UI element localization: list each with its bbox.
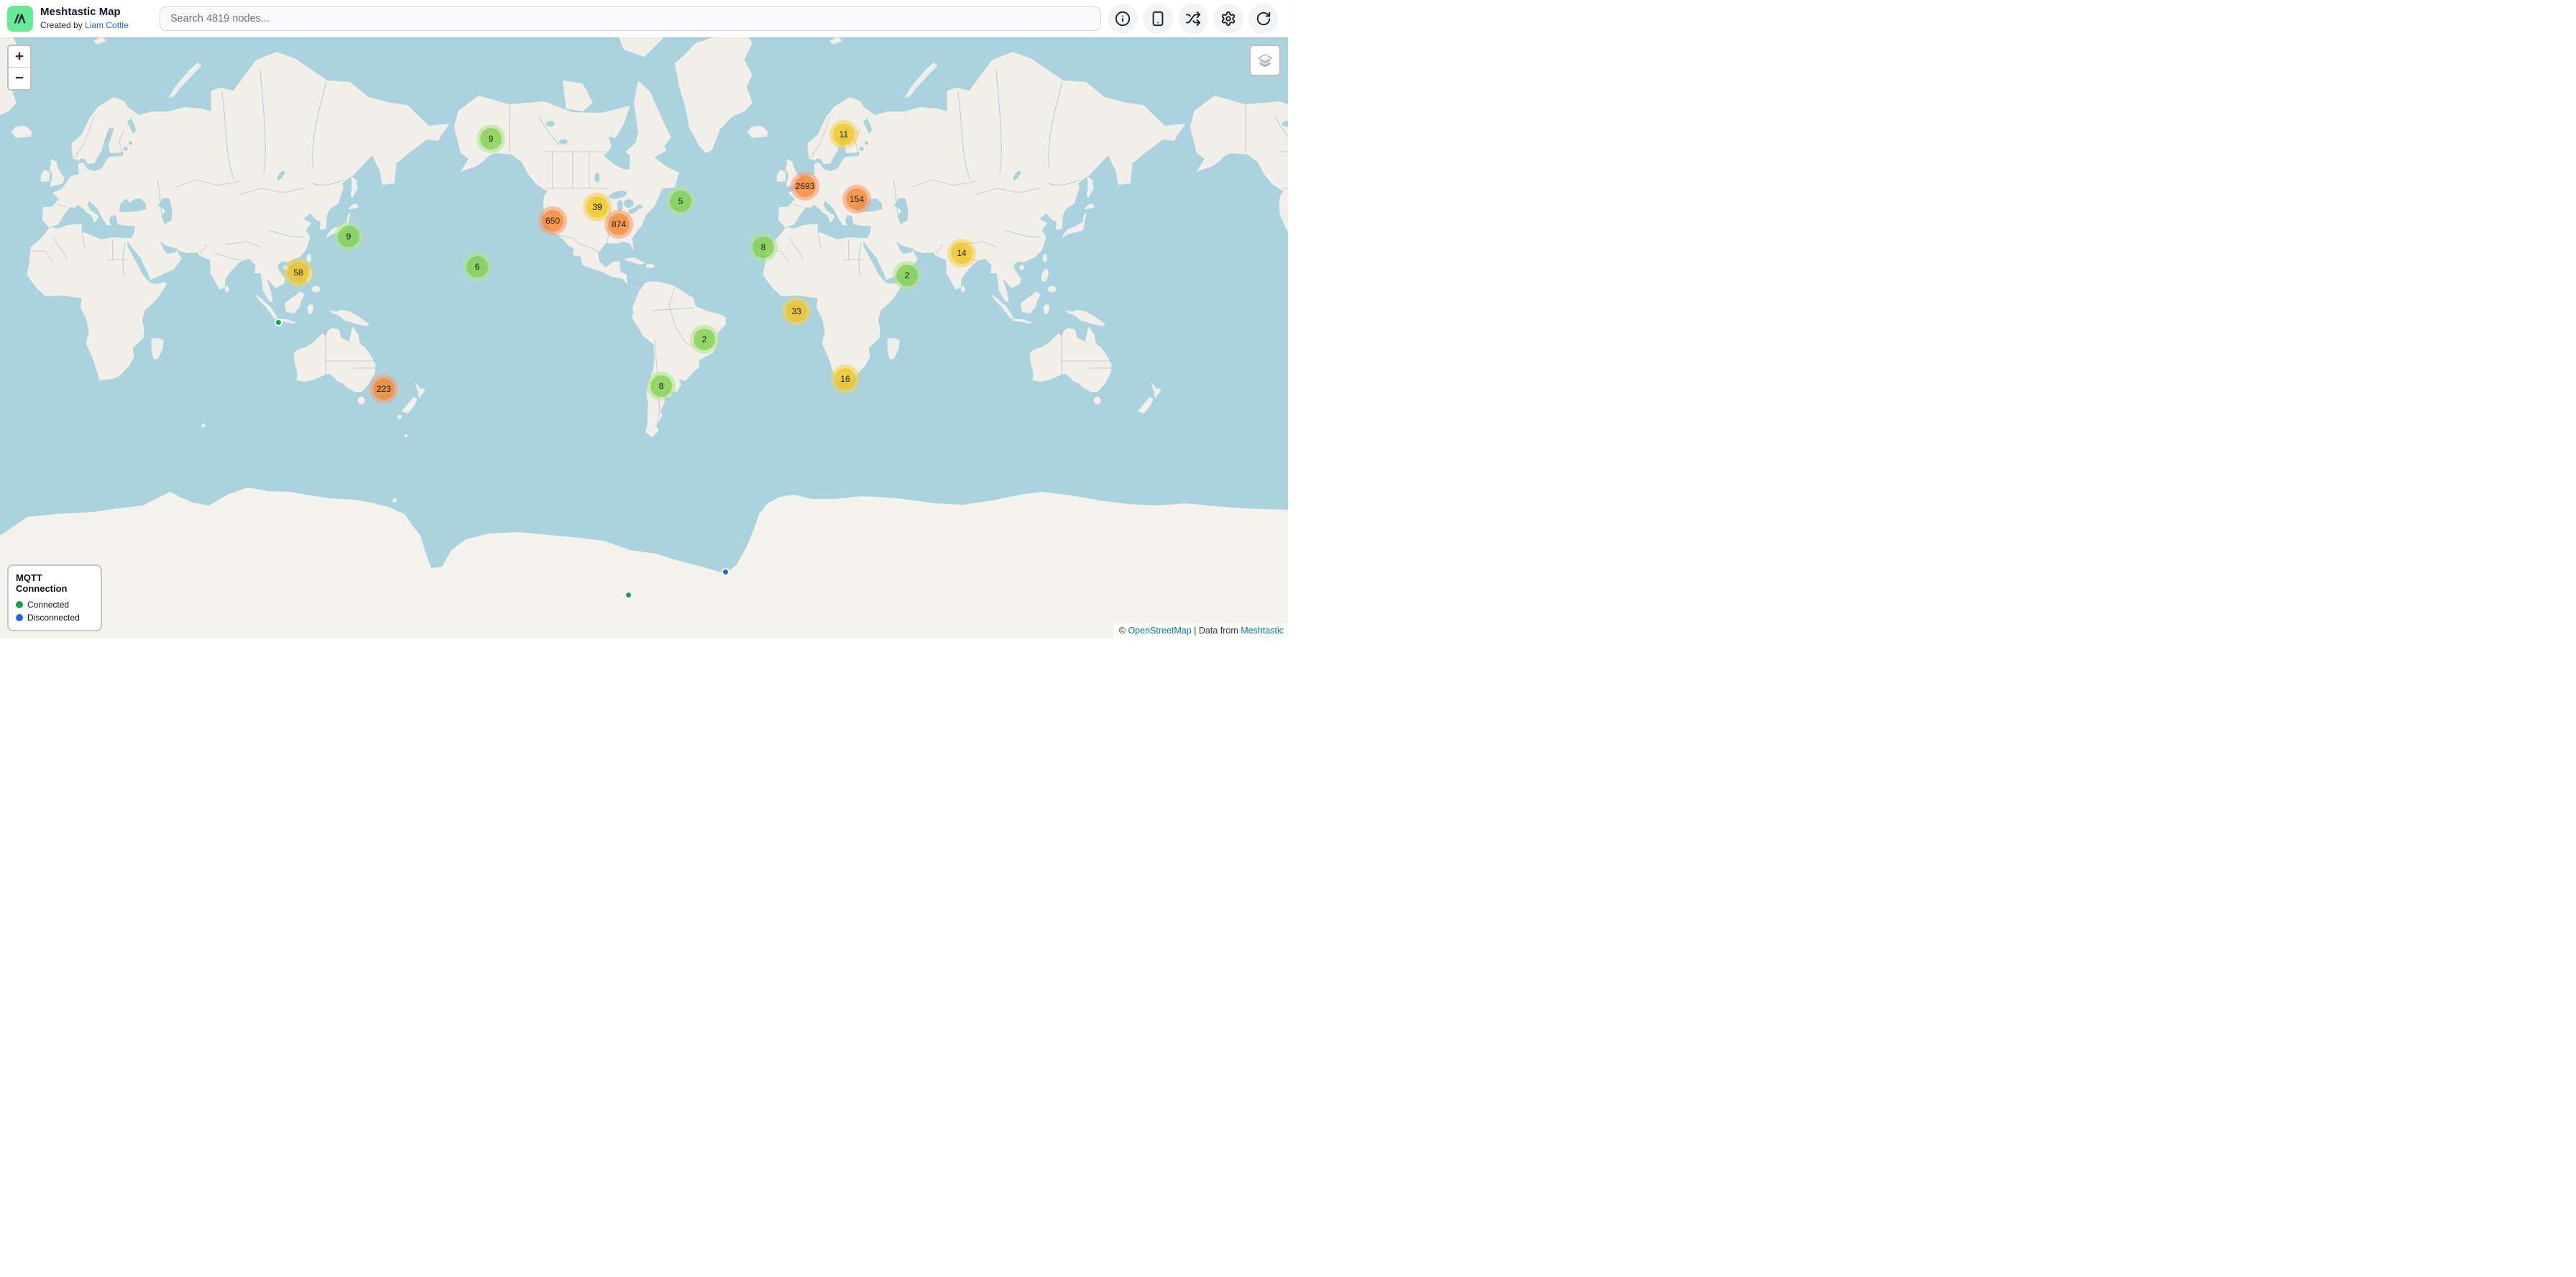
creator-link[interactable]: Liam Cottle bbox=[85, 20, 129, 30]
creator-line: Created by Liam Cottle bbox=[40, 19, 129, 32]
zoom-in-button[interactable]: + bbox=[9, 46, 30, 68]
cluster-count: 33 bbox=[786, 301, 807, 322]
page-title: Meshtastic Map bbox=[40, 5, 129, 19]
disconnected-dot-icon bbox=[16, 614, 23, 621]
copyright-text: © bbox=[1119, 626, 1128, 636]
cluster-marker[interactable]: 33 bbox=[782, 297, 811, 326]
map-canvas[interactable]: 9 11 2693 154 39 5 650 874 9 8 14 58 6 2 33 2 16 223 8 + −… bbox=[0, 37, 1288, 638]
search-input[interactable] bbox=[160, 6, 1101, 31]
cluster-count: 14 bbox=[951, 242, 972, 264]
created-by-text: Created by bbox=[40, 20, 85, 30]
legend-item-disconnected: Disconnected bbox=[16, 613, 93, 623]
cluster-count: 9 bbox=[480, 128, 502, 150]
cluster-marker[interactable]: 58 bbox=[284, 258, 313, 287]
cluster-marker[interactable]: 9 bbox=[334, 222, 363, 251]
cluster-count: 11 bbox=[833, 124, 855, 145]
connected-dot-icon bbox=[16, 601, 23, 608]
node-marker-disconnected[interactable] bbox=[722, 568, 730, 576]
smartphone-icon bbox=[1150, 11, 1166, 27]
gear-icon bbox=[1220, 11, 1236, 27]
cluster-marker[interactable]: 16 bbox=[831, 365, 860, 393]
cluster-count: 2693 bbox=[794, 175, 816, 197]
layers-button[interactable] bbox=[1249, 45, 1281, 76]
cluster-marker[interactable]: 223 bbox=[369, 375, 398, 403]
cluster-marker[interactable]: 154 bbox=[842, 185, 871, 214]
cluster-marker[interactable]: 2 bbox=[690, 325, 719, 354]
cluster-count: 6 bbox=[466, 256, 488, 278]
cluster-marker[interactable]: 2693 bbox=[791, 172, 819, 201]
openstreetmap-link[interactable]: OpenStreetMap bbox=[1128, 626, 1191, 636]
cluster-count: 8 bbox=[753, 237, 774, 258]
cluster-marker[interactable]: 9 bbox=[477, 124, 505, 153]
cluster-count: 154 bbox=[846, 188, 868, 210]
refresh-icon bbox=[1256, 11, 1271, 27]
cluster-count: 650 bbox=[542, 210, 564, 232]
cluster-marker[interactable]: 5 bbox=[666, 187, 695, 216]
cluster-count: 2 bbox=[694, 329, 715, 350]
shuffle-icon bbox=[1185, 11, 1201, 27]
meshtastic-logo-icon bbox=[7, 6, 33, 32]
legend-item-label: Connected bbox=[27, 600, 69, 610]
cluster-count: 16 bbox=[834, 368, 856, 390]
cluster-marker[interactable]: 2 bbox=[893, 261, 921, 290]
cluster-count: 58 bbox=[288, 262, 309, 283]
marker-layer: 9 11 2693 154 39 5 650 874 9 8 14 58 6 2 33 2 16 223 8 bbox=[0, 37, 1288, 638]
cluster-count: 223 bbox=[373, 378, 395, 400]
mqtt-legend: MQTT Connection Connected Disconnected bbox=[7, 564, 102, 631]
refresh-button[interactable] bbox=[1248, 4, 1279, 34]
zoom-out-button[interactable]: − bbox=[9, 68, 30, 89]
legend-item-label: Disconnected bbox=[27, 613, 80, 623]
header-bar: Meshtastic Map Created by Liam Cottle bbox=[0, 0, 1288, 37]
mobile-app-button[interactable] bbox=[1143, 4, 1173, 34]
info-icon bbox=[1115, 11, 1131, 27]
meshtastic-link[interactable]: Meshtastic bbox=[1241, 626, 1284, 636]
cluster-marker[interactable]: 8 bbox=[647, 372, 676, 401]
cluster-marker[interactable]: 11 bbox=[829, 120, 858, 149]
node-marker-connected[interactable] bbox=[275, 319, 282, 326]
cluster-marker[interactable]: 650 bbox=[538, 206, 567, 235]
cluster-count: 9 bbox=[338, 226, 359, 247]
attribution-middle-text: | Data from bbox=[1192, 626, 1241, 636]
cluster-count: 874 bbox=[608, 214, 630, 235]
cluster-count: 39 bbox=[586, 196, 608, 218]
cluster-marker[interactable]: 14 bbox=[947, 239, 976, 267]
attribution: © OpenStreetMap | Data from Meshtastic bbox=[1113, 623, 1288, 638]
mqtt-legend-title: MQTT Connection bbox=[16, 572, 93, 594]
cluster-count: 5 bbox=[670, 191, 691, 212]
cluster-marker[interactable]: 874 bbox=[604, 210, 633, 239]
zoom-control: + − bbox=[7, 45, 32, 91]
cluster-count: 8 bbox=[650, 375, 672, 397]
node-marker-connected[interactable] bbox=[625, 591, 632, 599]
legend-item-connected: Connected bbox=[16, 600, 93, 610]
info-button[interactable] bbox=[1108, 4, 1138, 34]
random-node-button[interactable] bbox=[1178, 4, 1208, 34]
settings-button[interactable] bbox=[1213, 4, 1243, 34]
cluster-marker[interactable]: 8 bbox=[749, 233, 778, 262]
cluster-marker[interactable]: 6 bbox=[463, 252, 492, 281]
cluster-count: 2 bbox=[896, 265, 918, 286]
layers-icon bbox=[1255, 50, 1275, 70]
